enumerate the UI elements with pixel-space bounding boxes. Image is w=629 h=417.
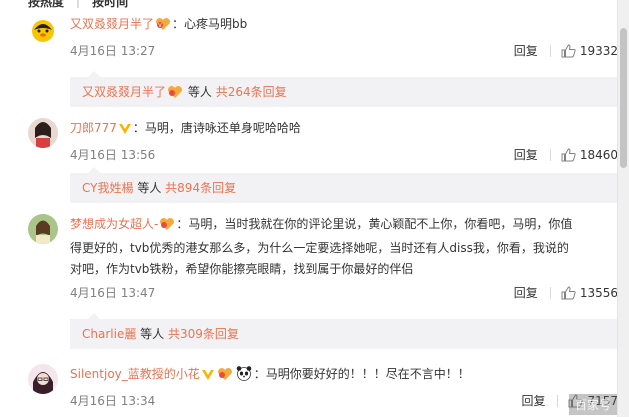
reply-summary[interactable]: 又双叒叕月半了 等人 共264条回复 — [70, 71, 629, 110]
like-button[interactable]: 19332 — [561, 42, 618, 60]
like-button[interactable]: 13556 — [561, 284, 618, 302]
photo-avatar-icon — [28, 214, 58, 244]
comment-username[interactable]: Silentjoy_蓝教授的小花 — [70, 367, 200, 381]
photo-avatar-icon — [28, 118, 58, 148]
comment-text-line1: ：马明，当时我就在你的评论里说，黄心颖配不上你，你看吧，马明，你值 — [176, 217, 573, 231]
cartoon-avatar-icon — [28, 364, 58, 394]
panda-emoji-icon — [235, 365, 253, 388]
reply-button[interactable]: 回复 — [521, 392, 545, 410]
sort-tabs: 按热度 | 按时间 — [28, 0, 128, 10]
like-count: 18460 — [579, 148, 618, 162]
comment-username[interactable]: 刀郎777 — [70, 121, 117, 135]
reply-summary-name[interactable]: CY我姓楊 — [82, 181, 134, 195]
like-count: 13556 — [579, 286, 618, 300]
thumbs-up-icon — [561, 44, 576, 58]
svg-text:V: V — [158, 23, 162, 29]
like-count: 19332 — [579, 44, 618, 58]
reply-button[interactable]: 回复 — [514, 146, 538, 164]
tab-by-hot[interactable]: 按热度 — [28, 0, 64, 10]
reply-summary-middle: 等人 — [137, 181, 162, 195]
reply-summary-middle: 等人 — [140, 327, 165, 341]
watermark: 百家号 — [568, 394, 617, 415]
comment-date: 4月16日 13:56 — [70, 148, 156, 162]
avatar[interactable] — [28, 364, 58, 394]
scrollbar[interactable] — [617, 0, 629, 417]
divider — [557, 395, 559, 407]
reply-summary-middle: 等人 — [187, 85, 212, 99]
comment-text: ：马明，唐诗咏还单身呢哈哈哈 — [132, 121, 301, 135]
vip-fan-badge-icon: V — [155, 17, 171, 38]
avatar[interactable] — [28, 118, 58, 148]
reply-button[interactable]: 回复 — [514, 42, 538, 60]
comment-text-line2: 得更好的，tvb优秀的港女那么多，为什么一定要选择她呢，当时还有人diss我，你… — [70, 241, 569, 255]
verified-v-icon — [118, 121, 132, 142]
duck-avatar-icon — [28, 14, 58, 44]
avatar[interactable] — [28, 14, 58, 44]
comment-date: 4月16日 13:27 — [70, 44, 156, 58]
divider — [549, 45, 551, 57]
vip-fan-badge-icon — [167, 80, 183, 110]
reply-summary[interactable]: Charlie麗 等人 共309条回复 — [70, 313, 629, 349]
weibo-comment-list: 按热度 | 按时间 又双叒叕月半了 V ：心疼马明bb 4月16日 13:27 回复 — [0, 0, 629, 417]
like-button[interactable]: 18460 — [561, 146, 618, 164]
reply-summary-count[interactable]: 共264条回复 — [216, 85, 287, 99]
tab-separator: | — [76, 0, 81, 8]
thumbs-up-icon — [561, 286, 576, 300]
divider — [549, 287, 551, 299]
reply-box-arrow — [88, 167, 100, 173]
comment-text-line3: 对吧，作为tvb铁粉，希望你能擦亮眼睛，找到属于你最好的伴侣 — [70, 262, 414, 276]
comment-date: 4月16日 13:34 — [70, 394, 156, 408]
vip-fan-badge-icon — [159, 217, 175, 238]
reply-summary-name[interactable]: 又双叒叕月半了 — [82, 85, 166, 99]
reply-box-arrow — [88, 71, 100, 77]
reply-box-arrow — [88, 313, 100, 319]
reply-summary-count[interactable]: 共894条回复 — [165, 181, 236, 195]
reply-summary-count[interactable]: 共309条回复 — [168, 327, 239, 341]
reply-summary-name[interactable]: Charlie麗 — [82, 327, 136, 341]
comment-text: ：马明你要好好的！！！尽在不言中！！ — [253, 367, 470, 381]
comment-username[interactable]: 又双叒叕月半了 — [70, 17, 154, 31]
avatar[interactable] — [28, 214, 58, 244]
reply-button[interactable]: 回复 — [514, 284, 538, 302]
verified-v-icon — [201, 367, 215, 388]
comment-date: 4月16日 13:47 — [70, 286, 156, 300]
divider — [549, 149, 551, 161]
vip-fan-badge-icon — [217, 367, 233, 388]
comment-text: ：心疼马明bb — [172, 17, 248, 31]
comment-username[interactable]: 梦想成为女超人- — [70, 217, 158, 231]
scrollbar-thumb[interactable] — [620, 28, 627, 168]
tab-by-time[interactable]: 按时间 — [92, 0, 128, 10]
reply-summary[interactable]: CY我姓楊 等人 共894条回复 — [70, 167, 629, 203]
thumbs-up-icon — [561, 148, 576, 162]
